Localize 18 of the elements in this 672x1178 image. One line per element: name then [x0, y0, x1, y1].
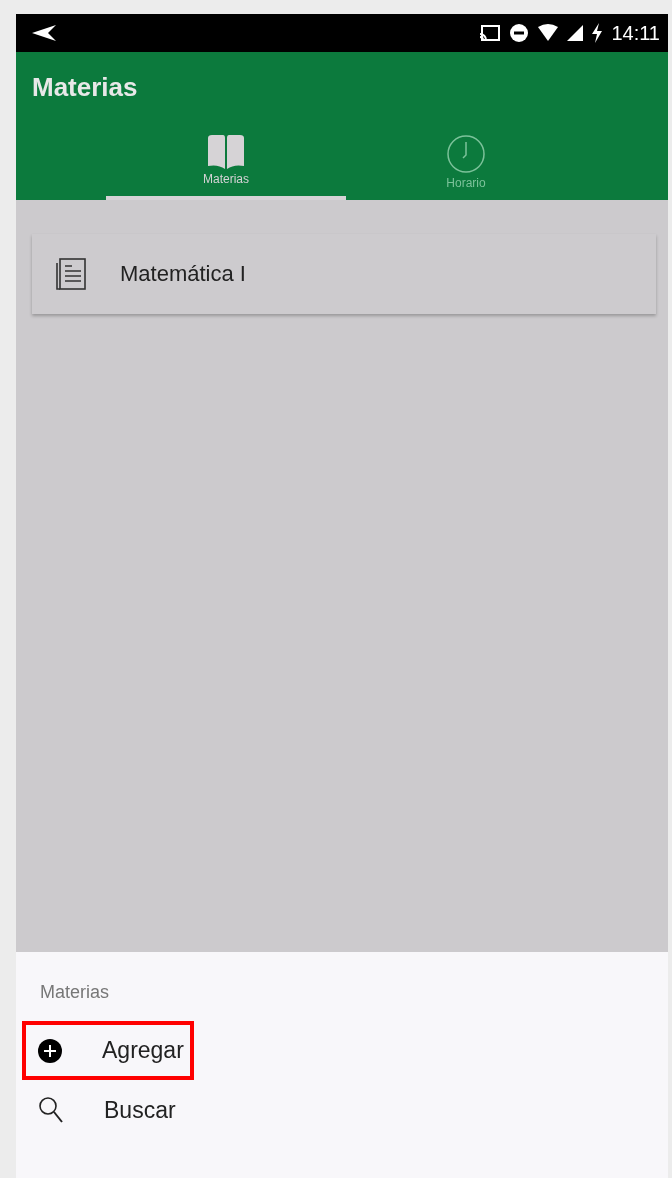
status-time: 14:11: [611, 21, 660, 45]
charging-icon: [591, 23, 604, 43]
do-not-disturb-icon: [509, 23, 530, 43]
clock-icon: [446, 134, 486, 174]
add-icon: [38, 1038, 62, 1063]
sheet-title: Materias: [39, 982, 111, 1003]
tab[interactable]: Materias: [106, 128, 346, 200]
app-title: Materias: [31, 71, 139, 104]
book-icon: [206, 134, 246, 170]
subject-name: Matemática I: [120, 261, 246, 287]
menu-item[interactable]: Agregar: [22, 1021, 194, 1080]
signal-icon: [567, 24, 584, 42]
wifi-icon: [537, 24, 560, 42]
search-icon: [38, 1096, 64, 1124]
cast-icon: [479, 24, 502, 42]
subject-card[interactable]: Matemática I: [32, 234, 656, 314]
menu-item[interactable]: Buscar: [22, 1080, 186, 1140]
document-icon: [56, 258, 86, 290]
